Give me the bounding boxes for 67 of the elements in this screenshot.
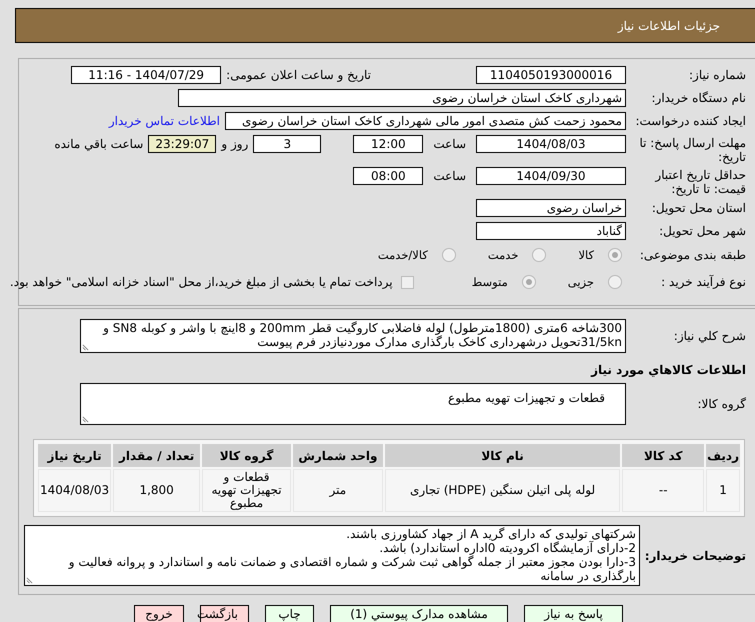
field-label: استان محل تحویل: bbox=[650, 201, 747, 215]
field-label: شرح کلي نیاز: bbox=[672, 329, 747, 343]
field-label: روز و bbox=[221, 137, 248, 151]
action-button[interactable]: خروج bbox=[134, 605, 184, 622]
radio-button[interactable] bbox=[608, 248, 622, 262]
radio-button[interactable] bbox=[608, 275, 622, 289]
field-label: شماره نیاز: bbox=[688, 68, 747, 82]
text-field[interactable]: شهرداری کاخک استان خراسان رضوی bbox=[178, 89, 626, 107]
resize-grip-icon[interactable] bbox=[82, 416, 89, 423]
text-field[interactable]: گناباد bbox=[476, 222, 626, 240]
text-field[interactable]: 1404/07/29 - 11:16 bbox=[71, 66, 222, 84]
resize-grip-icon[interactable] bbox=[26, 577, 33, 584]
option-label: متوسط bbox=[472, 275, 508, 289]
column-header: کد کالا bbox=[622, 444, 704, 467]
table-cell: 1 bbox=[706, 469, 740, 512]
column-header: تعداد / مقدار bbox=[113, 444, 200, 467]
description-field[interactable]: 300شاخه 6متری (1800مترطول) لوله فاضلابی کاروگیت قطر 200mm و 8اینچ با واشر و کوبله SN8 و 31/5knتحویل درشهرداری کاخک بارگذاری مدارک موردنیازدر فرم پیوست bbox=[80, 319, 626, 353]
radio-button[interactable] bbox=[442, 248, 456, 262]
column-header: ردیف bbox=[706, 444, 740, 467]
text-field[interactable]: 08:00 bbox=[353, 167, 424, 185]
field-label: گروه کالا: bbox=[696, 397, 747, 411]
action-button[interactable]: چاپ bbox=[265, 605, 314, 622]
table-cell: متر bbox=[292, 469, 383, 512]
field-label: نوع فرآیند خرید : bbox=[660, 275, 747, 289]
resize-grip-icon[interactable] bbox=[82, 344, 89, 351]
field-label: ساعت باقي مانده bbox=[54, 137, 144, 151]
checkbox[interactable] bbox=[400, 276, 414, 288]
contact-link[interactable]: اطلاعات تماس خریدار bbox=[108, 114, 220, 128]
table-cell: 1404/08/03 bbox=[38, 469, 112, 512]
payment-note: پرداخت تمام یا بخشی از مبلغ خرید،از محل "اسناد خزانه اسلامی" خواهد بود. bbox=[10, 275, 393, 289]
option-label: خدمت bbox=[488, 248, 518, 262]
table-cell: قطعات و تجهیزات تهویه مطبوع bbox=[202, 469, 291, 512]
option-label: کالا bbox=[578, 248, 594, 262]
column-header: واحد شمارش bbox=[292, 444, 383, 467]
text-field[interactable]: 1404/08/03 bbox=[476, 135, 626, 153]
radio-button[interactable] bbox=[532, 248, 546, 262]
field-label: مهلت ارسال پاسخ: تا تاریخ: bbox=[638, 135, 747, 164]
field-label: حداقل تاریخ اعتبار قیمت: تا تاریخ: bbox=[654, 167, 747, 196]
field-label: ایجاد کننده درخواست: bbox=[634, 114, 747, 128]
table-cell: 1,800 bbox=[113, 469, 200, 512]
text-field[interactable]: 1104050193000016 bbox=[476, 66, 626, 84]
option-label: کالا/خدمت bbox=[378, 248, 428, 262]
column-header: گروه کالا bbox=[202, 444, 291, 467]
notes-field[interactable]: شرکتهای تولیدی که دارای گرید A از جهاد کشاورزی باشند. 2-دارای آزمایشگاه اکرودیته 0اداره استاندارد) باشد. 3-دارا بودن مجوز معتبر از جمله گواهی ثبت شرکت و شماره اقتصادی و ضمانت نامه و استاندارد و پروانه فعالیت و بارگذاری در سامانه bbox=[24, 525, 640, 586]
field-label: ساعت bbox=[433, 137, 466, 151]
column-header: نام کالا bbox=[384, 444, 620, 467]
option-label: جزیی bbox=[568, 275, 594, 289]
text-field[interactable]: 1404/09/30 bbox=[476, 167, 626, 185]
text-field[interactable]: 12:00 bbox=[353, 135, 424, 153]
field-label: نام دستگاه خریدار: bbox=[650, 91, 747, 105]
page-title: جزئیات اطلاعات نیاز bbox=[618, 18, 720, 32]
action-button[interactable]: پاسخ به نیاز bbox=[524, 605, 623, 622]
field-label: ساعت bbox=[433, 169, 466, 183]
field-label: طبقه بندی موضوعی: bbox=[638, 248, 747, 262]
table-cell: لوله پلی اتیلن سنگین (HDPE) تجاری bbox=[384, 469, 620, 512]
goods-group-field[interactable]: قطعات و تجهیزات تهویه مطبوع bbox=[80, 383, 626, 425]
field-label: تاریخ و ساعت اعلان عمومی: bbox=[226, 68, 371, 82]
action-button[interactable]: مشاهده مدارک پیوستي (1) bbox=[330, 605, 508, 622]
radio-button[interactable] bbox=[522, 275, 536, 289]
table-cell: -- bbox=[622, 469, 704, 512]
text-field[interactable]: خراسان رضوی bbox=[476, 199, 626, 217]
column-header: تاریخ نیاز bbox=[38, 444, 112, 467]
text-field[interactable]: محمود زحمت کش متصدی امور مالی شهرداری کاخک استان خراسان رضوی bbox=[225, 112, 626, 130]
countdown-field[interactable]: 23:29:07 bbox=[148, 135, 216, 153]
field-label: شهر محل تحویل: bbox=[658, 224, 747, 238]
section-heading: اطلاعات کالاهاي مورد نیاز bbox=[590, 363, 747, 377]
text-field[interactable]: 3 bbox=[253, 135, 322, 153]
